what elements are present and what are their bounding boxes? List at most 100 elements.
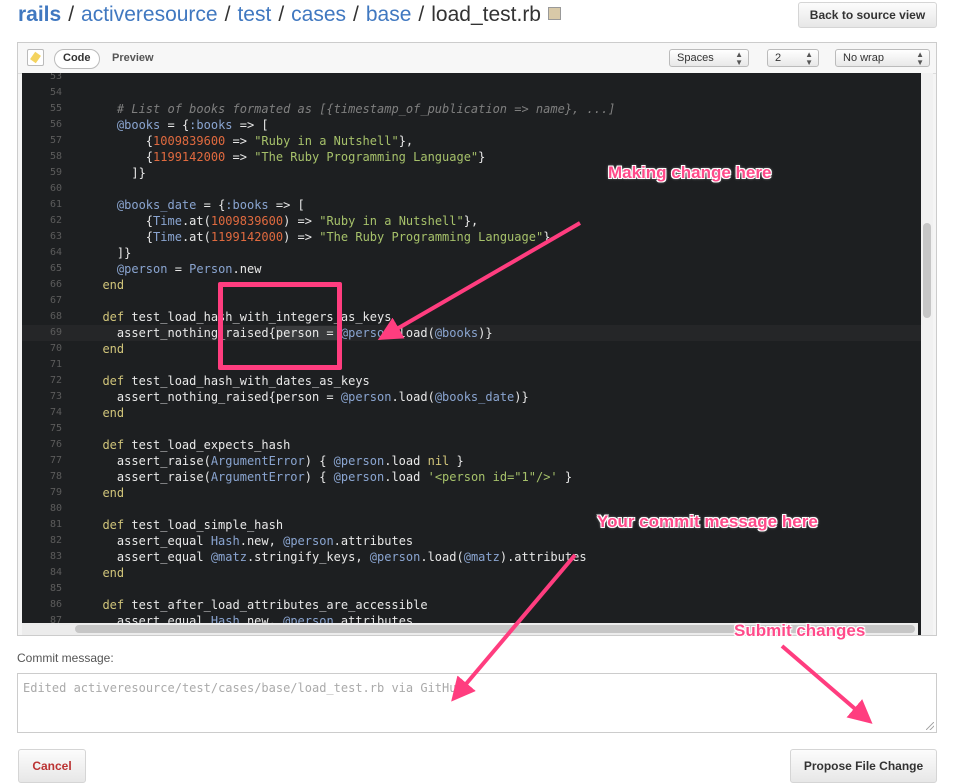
code-token: = { xyxy=(196,198,226,212)
back-to-source-button[interactable]: Back to source view xyxy=(798,2,937,28)
code-line[interactable]: 66 end xyxy=(22,277,922,293)
code-token: .load xyxy=(384,470,428,484)
line-number: 79 xyxy=(49,487,62,498)
code-line[interactable]: 71 xyxy=(22,357,922,373)
line-number: 74 xyxy=(49,407,62,418)
code-line[interactable]: 61 @books_date = {:books => [ xyxy=(22,197,922,213)
line-number: 81 xyxy=(49,519,62,530)
code-line[interactable]: 70 end xyxy=(22,341,922,357)
code-token: assert_equal xyxy=(88,534,211,548)
indent-size-value: 2 xyxy=(775,52,782,64)
line-number: 66 xyxy=(49,279,62,290)
indent-mode-select[interactable]: Spaces ▲ ▼ xyxy=(669,49,749,67)
code-text: ]} xyxy=(88,165,145,181)
select-arrows-icon: ▲ ▼ xyxy=(916,50,924,67)
vertical-scrollbar[interactable] xyxy=(921,73,933,635)
code-line[interactable]: 79 end xyxy=(22,485,922,501)
code-text: # List of books formated as [{timestamp_… xyxy=(88,101,616,117)
breadcrumb-link-activeresource[interactable]: activeresource xyxy=(81,3,218,26)
code-line[interactable]: 75 xyxy=(22,421,922,437)
code-line[interactable]: 67 xyxy=(22,293,922,309)
code-token: 1009839600 xyxy=(210,214,284,228)
code-token: test_load_simple_hash xyxy=(124,518,284,532)
code-text: def test_load_expects_hash xyxy=(88,437,290,453)
code-line[interactable]: 84 end xyxy=(22,565,922,581)
code-token: .new, xyxy=(239,534,284,548)
code-line[interactable]: 74 end xyxy=(22,405,922,421)
code-editor-area[interactable]: 53 54 55 # List of books formated as [{tim… xyxy=(22,73,922,635)
code-line[interactable]: 85 xyxy=(22,581,922,597)
code-token: test_after_load_attributes_are_accessibl… xyxy=(124,598,428,612)
code-line[interactable]: 60 xyxy=(22,181,922,197)
line-number: 71 xyxy=(49,359,62,370)
code-line[interactable]: 63 {Time.at(1199142000) => "The Ruby Pro… xyxy=(22,229,922,245)
indent-mode-value: Spaces xyxy=(677,52,714,64)
wrap-mode-select[interactable]: No wrap ▲ ▼ xyxy=(835,49,930,67)
breadcrumb: rails / activeresource / test / cases / base / loa… xyxy=(18,2,561,28)
line-number: 64 xyxy=(49,247,62,258)
code-line[interactable]: 72 def test_load_hash_with_dates_as_keys xyxy=(22,373,922,389)
code-token: def xyxy=(88,438,125,452)
propose-file-change-button[interactable]: Propose File Change xyxy=(790,749,937,783)
commit-message-input[interactable]: Edited activeresource/test/cases/base/lo… xyxy=(17,673,937,733)
code-line[interactable]: 82 assert_equal Hash.new, @person.attrib… xyxy=(22,533,922,549)
line-number: 60 xyxy=(49,183,62,194)
code-token: def xyxy=(88,374,125,388)
tab-code[interactable]: Code xyxy=(54,49,100,69)
code-line[interactable]: 73 assert_nothing_raised{person = @perso… xyxy=(22,389,922,405)
line-number: 86 xyxy=(49,599,62,610)
indent-size-select[interactable]: 2 ▲ ▼ xyxy=(767,49,819,67)
code-token: .load( xyxy=(391,326,435,340)
code-line[interactable]: 77 assert_raise(ArgumentError) { @person… xyxy=(22,453,922,469)
code-token: = { xyxy=(160,118,190,132)
copy-icon[interactable] xyxy=(548,7,561,20)
code-token: @matz xyxy=(463,550,500,564)
code-line[interactable]: 53 xyxy=(22,73,922,85)
edit-icon xyxy=(27,49,44,66)
code-token: } xyxy=(557,470,573,484)
code-line[interactable]: 54 xyxy=(22,85,922,101)
line-number: 57 xyxy=(49,135,62,146)
code-line[interactable]: 86 def test_after_load_attributes_are_ac… xyxy=(22,597,922,613)
code-token: ArgumentError xyxy=(210,470,305,484)
breadcrumb-link-test[interactable]: test xyxy=(237,3,271,26)
code-text: assert_raise(ArgumentError) { @person.lo… xyxy=(88,453,464,469)
vertical-scrollbar-thumb[interactable] xyxy=(923,223,931,318)
code-token: Time xyxy=(153,230,182,244)
code-line[interactable]: 58 {1199142000 => "The Ruby Programming … xyxy=(22,149,922,165)
code-token: = xyxy=(167,262,190,276)
code-line[interactable]: 57 {1009839600 => "Ruby in a Nutshell"}, xyxy=(22,133,922,149)
resize-grip-icon[interactable] xyxy=(926,722,934,730)
wrap-mode-value: No wrap xyxy=(843,52,884,64)
code-line[interactable]: 83 assert_equal @matz.stringify_keys, @p… xyxy=(22,549,922,565)
code-token: assert_equal xyxy=(88,550,211,564)
cancel-button[interactable]: Cancel xyxy=(18,749,86,783)
code-token: end xyxy=(88,566,125,580)
code-line[interactable]: 65 @person = Person.new xyxy=(22,261,922,277)
code-token: } xyxy=(478,150,486,164)
code-line[interactable]: 69 assert_nothing_raised{person = @perso… xyxy=(22,325,922,341)
code-line[interactable]: 55 # List of books formated as [{timesta… xyxy=(22,101,922,117)
code-line[interactable]: 56 @books = {:books => [ xyxy=(22,117,922,133)
code-token: end xyxy=(88,278,125,292)
code-line[interactable]: 59 ]} xyxy=(22,165,922,181)
code-token: ArgumentError xyxy=(210,454,305,468)
code-line[interactable]: 62 {Time.at(1009839600) => "Ruby in a Nu… xyxy=(22,213,922,229)
breadcrumb-link-cases[interactable]: cases xyxy=(291,3,346,26)
code-line[interactable]: 76 def test_load_expects_hash xyxy=(22,437,922,453)
breadcrumb-repo-link[interactable]: rails xyxy=(18,3,61,26)
breadcrumb-separator: / xyxy=(224,3,231,26)
gutter-scroll-track xyxy=(22,623,73,635)
breadcrumb-separator: / xyxy=(353,3,359,26)
breadcrumb-link-base[interactable]: base xyxy=(366,3,412,26)
code-token: Hash xyxy=(210,534,240,548)
code-token: @person xyxy=(333,454,385,468)
code-text: assert_raise(ArgumentError) { @person.lo… xyxy=(88,469,572,485)
code-token: ) { xyxy=(304,454,334,468)
code-line[interactable]: 64 ]} xyxy=(22,245,922,261)
tab-preview[interactable]: Preview xyxy=(112,49,154,67)
code-line[interactable]: 78 assert_raise(ArgumentError) { @person… xyxy=(22,469,922,485)
code-line[interactable]: 68 def test_load_hash_with_integers_as_k… xyxy=(22,309,922,325)
code-token: @person xyxy=(116,262,168,276)
breadcrumb-filename: load_test.rb xyxy=(431,3,541,26)
